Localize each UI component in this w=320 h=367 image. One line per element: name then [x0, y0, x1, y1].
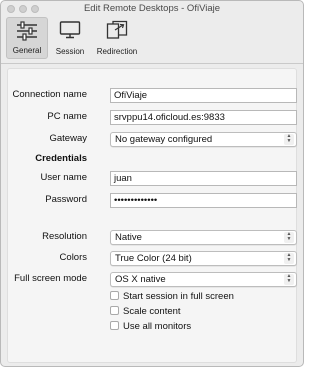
- connection-name-label: Connection name: [12, 89, 87, 100]
- credentials-heading: Credentials: [35, 153, 87, 164]
- resolution-select[interactable]: Native ▲ ▼: [110, 230, 297, 245]
- scale-content-option[interactable]: Scale content: [110, 306, 181, 318]
- gateway-label: Gateway: [49, 133, 88, 144]
- zoom-window-button[interactable]: [31, 5, 39, 13]
- use-all-monitors-option[interactable]: Use all monitors: [110, 321, 191, 333]
- gateway-select[interactable]: No gateway configured ▲ ▼: [110, 132, 297, 147]
- pc-name-field[interactable]: srvppu14.oficloud.es:9833: [110, 110, 297, 125]
- window-title: Edit Remote Desktops - OfiViaje: [83, 3, 221, 14]
- start-session-full-screen-checkbox[interactable]: [110, 291, 119, 300]
- toolbar: General Session Redirection: [1, 17, 303, 61]
- pc-name-label: PC name: [47, 111, 87, 122]
- use-all-monitors-checkbox[interactable]: [110, 321, 119, 330]
- use-all-monitors-label: Use all monitors: [123, 321, 192, 332]
- tab-session[interactable]: Session: [51, 17, 89, 59]
- gateway-select-value: No gateway configured: [115, 134, 213, 145]
- colors-select[interactable]: True Color (24 bit) ▲ ▼: [110, 251, 297, 266]
- scale-content-label: Scale content: [123, 306, 181, 317]
- full-screen-mode-select[interactable]: OS X native ▲ ▼: [110, 272, 297, 287]
- colors-label: Colors: [59, 252, 87, 263]
- chevron-up-down-icon: ▲ ▼: [284, 274, 294, 285]
- password-field[interactable]: •••••••••••••: [110, 193, 297, 208]
- general-settings-panel: Connection name OfiViaje PC name srvppu1…: [7, 68, 297, 363]
- tab-redirection-label: Redirection: [96, 47, 138, 56]
- title-bar: Edit Remote Desktops - OfiViaje: [1, 1, 303, 17]
- chevron-up-down-icon: ▲ ▼: [284, 134, 294, 145]
- monitor-icon: [59, 20, 81, 43]
- full-screen-mode-label: Full screen mode: [14, 273, 87, 284]
- edit-remote-desktops-window: Edit Remote Desktops - OfiViaje General: [0, 0, 304, 367]
- colors-select-value: True Color (24 bit): [115, 253, 192, 264]
- chevron-up-down-icon: ▲ ▼: [284, 232, 294, 243]
- chevron-up-down-icon: ▲ ▼: [284, 253, 294, 264]
- user-name-label: User name: [40, 172, 87, 183]
- tab-general-label: General: [12, 46, 42, 55]
- tab-general[interactable]: General: [6, 17, 48, 59]
- password-label: Password: [45, 194, 87, 205]
- close-window-button[interactable]: [7, 5, 15, 13]
- resolution-label: Resolution: [42, 231, 87, 242]
- scale-content-checkbox[interactable]: [110, 306, 119, 315]
- sliders-icon: [16, 21, 38, 44]
- user-name-field[interactable]: juan: [110, 171, 297, 186]
- full-screen-mode-select-value: OS X native: [115, 274, 166, 285]
- resolution-select-value: Native: [115, 232, 142, 243]
- toolbar-divider: [1, 63, 303, 64]
- minimize-window-button[interactable]: [19, 5, 27, 13]
- tab-redirection[interactable]: Redirection: [91, 17, 143, 59]
- connection-name-field[interactable]: OfiViaje: [110, 88, 297, 103]
- tab-session-label: Session: [55, 47, 85, 56]
- redirection-icon: [106, 20, 128, 43]
- start-session-full-screen-option[interactable]: Start session in full screen: [110, 291, 234, 303]
- start-session-full-screen-label: Start session in full screen: [123, 291, 234, 302]
